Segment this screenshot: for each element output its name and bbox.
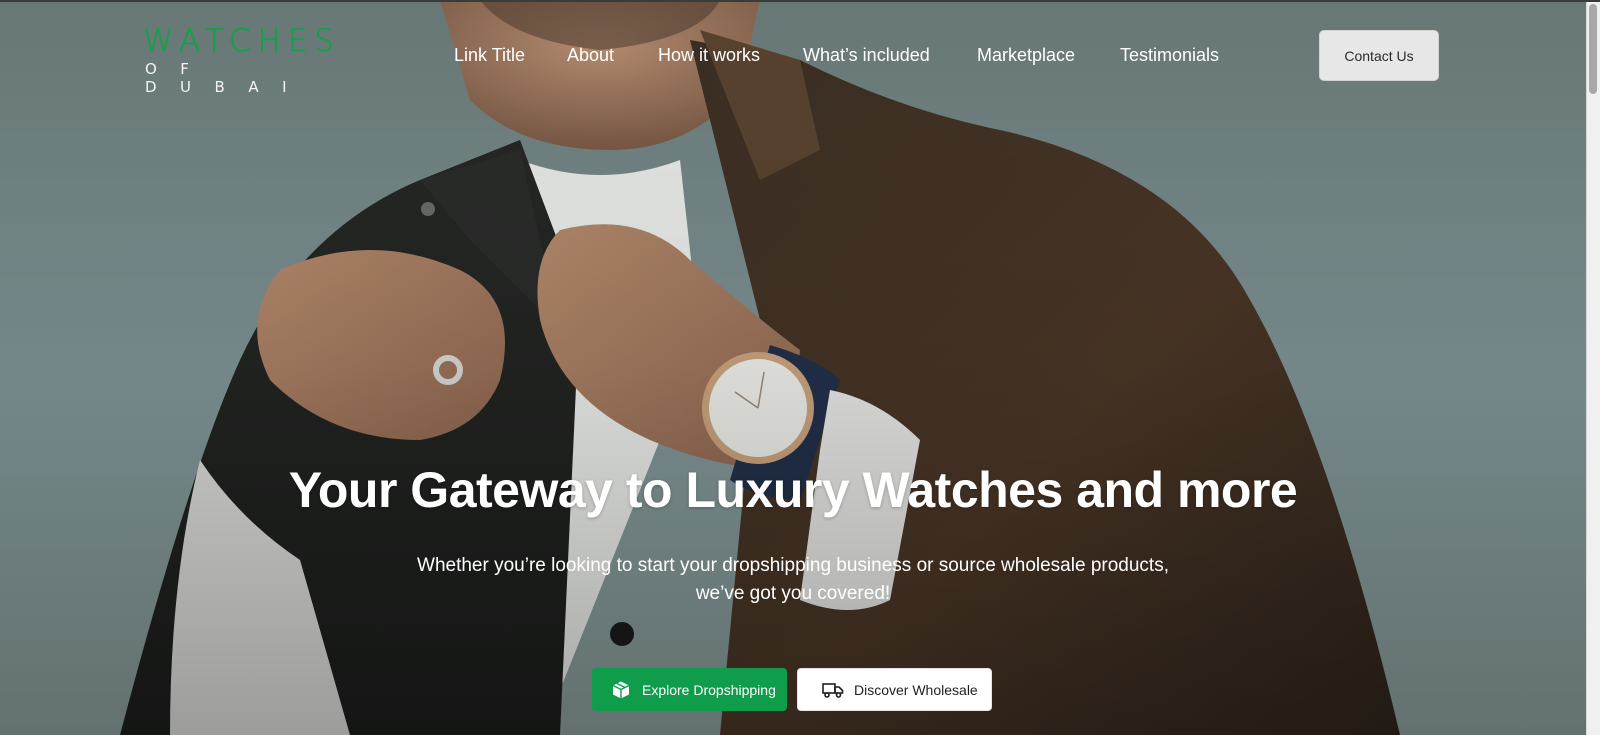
nav-how-it-works[interactable]: How it works (658, 44, 760, 66)
box-icon (610, 679, 632, 701)
page-scrollbar[interactable] (1586, 0, 1600, 735)
logo-wordmark: WATCHES (143, 23, 342, 59)
discover-wholesale-label: Discover Wholesale (854, 681, 978, 698)
nav-testimonials[interactable]: Testimonials (1120, 44, 1219, 66)
hero-headline: Your Gateway to Luxury Watches and more (288, 462, 1298, 518)
window-border (0, 0, 1600, 2)
explore-dropshipping-button[interactable]: Explore Dropshipping (592, 668, 787, 711)
nav-whats-included[interactable]: What’s included (803, 44, 930, 66)
cta-group: Explore Dropshipping Discover Wholesale (592, 668, 992, 711)
truck-icon (822, 679, 844, 701)
logo-subtitle: OF DUBAI (145, 60, 311, 96)
nav-about[interactable]: About (567, 44, 614, 66)
hero-subheading: Whether you’re looking to start your dro… (343, 552, 1243, 608)
hero-section: WATCHES OF DUBAI Link Title About How it… (0, 0, 1586, 735)
contact-us-button[interactable]: Contact Us (1319, 30, 1439, 81)
hero-overlay (0, 0, 1586, 735)
hero-subheading-line1: Whether you’re looking to start your dro… (417, 555, 1169, 576)
discover-wholesale-button[interactable]: Discover Wholesale (797, 668, 992, 711)
nav-marketplace[interactable]: Marketplace (977, 44, 1075, 66)
nav-link-title[interactable]: Link Title (454, 44, 525, 66)
explore-dropshipping-label: Explore Dropshipping (642, 681, 776, 698)
brand-logo[interactable]: WATCHES OF DUBAI (143, 23, 358, 96)
page-scrollbar-thumb[interactable] (1589, 4, 1597, 94)
hero-subheading-line2: we’ve got you covered! (695, 583, 891, 604)
